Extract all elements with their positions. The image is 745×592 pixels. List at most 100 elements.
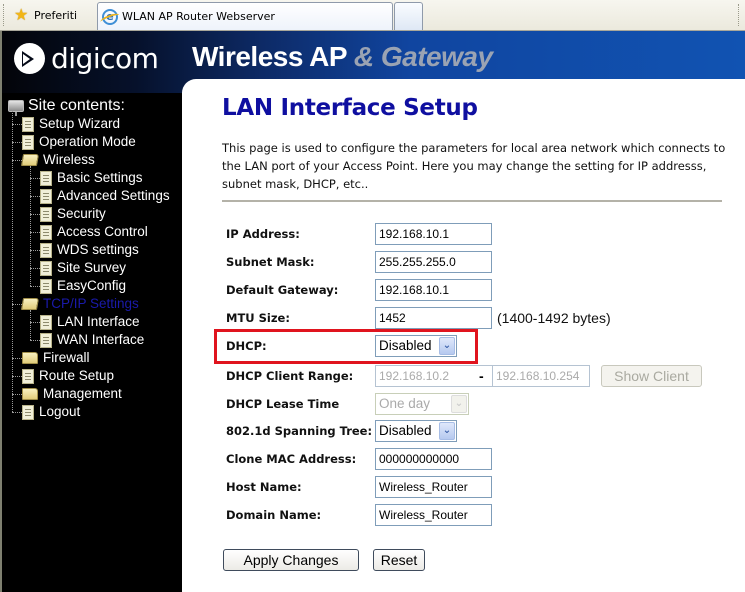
chevron-down-icon[interactable]: ⌄ xyxy=(439,422,455,440)
tree-branch xyxy=(30,310,31,340)
sidebar-item-label: Advanced Settings xyxy=(57,188,170,203)
sidebar-item-label: LAN Interface xyxy=(57,314,140,329)
sidebar-item-label: Firewall xyxy=(43,350,90,365)
tree-connector xyxy=(12,394,22,395)
sidebar-item-logout[interactable]: Logout xyxy=(22,403,80,421)
tree-connector xyxy=(12,124,22,125)
sidebar-item-basic-settings[interactable]: Basic Settings xyxy=(40,169,143,187)
logo-text: digicom xyxy=(51,41,159,75)
new-tab-button[interactable] xyxy=(394,2,423,30)
toolbar-grip[interactable] xyxy=(3,4,6,26)
sidebar-item-route-setup[interactable]: Route Setup xyxy=(22,367,114,385)
tree-connector xyxy=(30,232,40,233)
favorites-button[interactable]: ★ Preferiti xyxy=(14,5,77,25)
tree-connector xyxy=(30,214,40,215)
digicom-logo: digicom xyxy=(14,41,159,75)
tree-connector xyxy=(30,268,40,269)
dhcp-lease-time-select[interactable]: One day ⌄ xyxy=(375,393,469,415)
tab-title: WLAN AP Router Webserver xyxy=(122,10,275,23)
dhcp-range-end-input[interactable]: 192.168.10.254 xyxy=(492,365,590,387)
tree-root-label: Site contents: xyxy=(28,97,125,114)
toolbar-grip-right[interactable] xyxy=(738,4,741,26)
domain-name-input[interactable]: Wireless_Router xyxy=(375,504,492,526)
folder-icon xyxy=(22,388,38,400)
document-icon xyxy=(22,116,34,132)
sidebar-item-easyconfig[interactable]: EasyConfig xyxy=(40,277,126,295)
sidebar-item-label: Management xyxy=(43,386,122,401)
clone-mac-input[interactable]: 000000000000 xyxy=(375,448,492,470)
document-icon xyxy=(40,206,52,222)
sidebar-item-advanced-settings[interactable]: Advanced Settings xyxy=(40,187,170,205)
dhcp-client-range-label: DHCP Client Range: xyxy=(226,369,354,383)
chevron-down-icon[interactable]: ⌄ xyxy=(451,395,467,413)
sidebar-item-label: Logout xyxy=(39,404,81,419)
sidebar-item-label: Wireless xyxy=(43,152,95,167)
tree-root: Site contents: xyxy=(8,97,125,116)
document-icon xyxy=(22,134,34,150)
show-client-button[interactable]: Show Client xyxy=(601,365,702,387)
tree-trunk xyxy=(12,109,13,412)
folder-open-icon xyxy=(20,154,40,166)
computer-icon xyxy=(8,100,24,116)
tree-branch xyxy=(30,166,31,286)
tree-connector xyxy=(12,304,22,305)
document-icon xyxy=(40,188,52,204)
mtu-size-note: (1400-1492 bytes) xyxy=(497,310,611,326)
spanning-tree-select[interactable]: Disabled ⌄ xyxy=(375,420,457,442)
tree-connector xyxy=(30,196,40,197)
browser-tab-active[interactable]: e WLAN AP Router Webserver xyxy=(97,2,393,30)
clone-mac-label: Clone MAC Address: xyxy=(226,452,357,466)
document-icon xyxy=(22,368,34,384)
tree-connector xyxy=(30,286,40,287)
sidebar-item-site-survey[interactable]: Site Survey xyxy=(40,259,126,277)
sidebar-item-label: Operation Mode xyxy=(39,134,136,149)
mtu-size-input[interactable]: 1452 xyxy=(375,307,492,329)
sidebar-item-wan-interface[interactable]: WAN Interface xyxy=(40,331,144,349)
reset-button[interactable]: Reset xyxy=(373,549,425,571)
tree-connector xyxy=(30,250,40,251)
ip-address-label: IP Address: xyxy=(226,227,300,241)
page-description: This page is used to configure the param… xyxy=(222,141,726,191)
ie-icon: e xyxy=(102,8,118,25)
router-page: digicom Wireless AP & Gateway Site conte… xyxy=(0,31,745,592)
sidebar-item-lan-interface[interactable]: LAN Interface xyxy=(40,313,140,331)
sidebar-item-firewall[interactable]: Firewall xyxy=(22,349,90,367)
dhcp-lease-time-selected: One day xyxy=(379,396,431,411)
apply-changes-button[interactable]: Apply Changes xyxy=(223,549,359,571)
sidebar-item-wds-settings[interactable]: WDS settings xyxy=(40,241,139,259)
subnet-mask-input[interactable]: 255.255.255.0 xyxy=(375,251,492,273)
sidebar-item-label: WAN Interface xyxy=(57,332,145,347)
main-content: LAN Interface Setup This page is used to… xyxy=(182,79,745,592)
sidebar-item-setup-wizard[interactable]: Setup Wizard xyxy=(22,115,120,133)
sidebar-item-label: Security xyxy=(57,206,106,221)
sidebar-item-label: TCP/IP Settings xyxy=(43,296,139,311)
tree-connector xyxy=(30,178,40,179)
sidebar-item-tcp-ip-settings[interactable]: TCP/IP Settings xyxy=(20,295,139,313)
default-gateway-input[interactable]: 192.168.10.1 xyxy=(375,279,492,301)
sidebar-item-label: Access Control xyxy=(57,224,148,239)
star-icon: ★ xyxy=(14,5,29,24)
document-icon xyxy=(40,242,52,258)
subnet-mask-label: Subnet Mask: xyxy=(226,255,315,269)
tree-connector xyxy=(12,376,22,377)
ip-address-input[interactable]: 192.168.10.1 xyxy=(375,223,492,245)
browser-tab-bar: ★ Preferiti e WLAN AP Router Webserver xyxy=(0,0,745,31)
sidebar-item-label: Setup Wizard xyxy=(39,116,121,131)
sidebar-item-security[interactable]: Security xyxy=(40,205,106,223)
favorites-label: Preferiti xyxy=(34,8,78,22)
sidebar-item-management[interactable]: Management xyxy=(22,385,122,403)
sidebar-item-wireless[interactable]: Wireless xyxy=(20,151,95,169)
document-icon xyxy=(40,332,52,348)
tree-connector xyxy=(12,412,22,413)
host-name-input[interactable]: Wireless_Router xyxy=(375,476,492,498)
sidebar-item-access-control[interactable]: Access Control xyxy=(40,223,148,241)
sidebar-item-operation-mode[interactable]: Operation Mode xyxy=(22,133,136,151)
dhcp-highlight-box xyxy=(214,329,478,364)
document-icon xyxy=(40,314,52,330)
default-gateway-label: Default Gateway: xyxy=(226,283,339,297)
sidebar-item-label: WDS settings xyxy=(57,242,139,257)
dhcp-range-start-input[interactable]: 192.168.10.2 xyxy=(375,365,493,387)
sidebar-item-label: EasyConfig xyxy=(57,278,127,293)
document-icon xyxy=(40,224,52,240)
brand-main: Wireless AP xyxy=(192,41,347,72)
